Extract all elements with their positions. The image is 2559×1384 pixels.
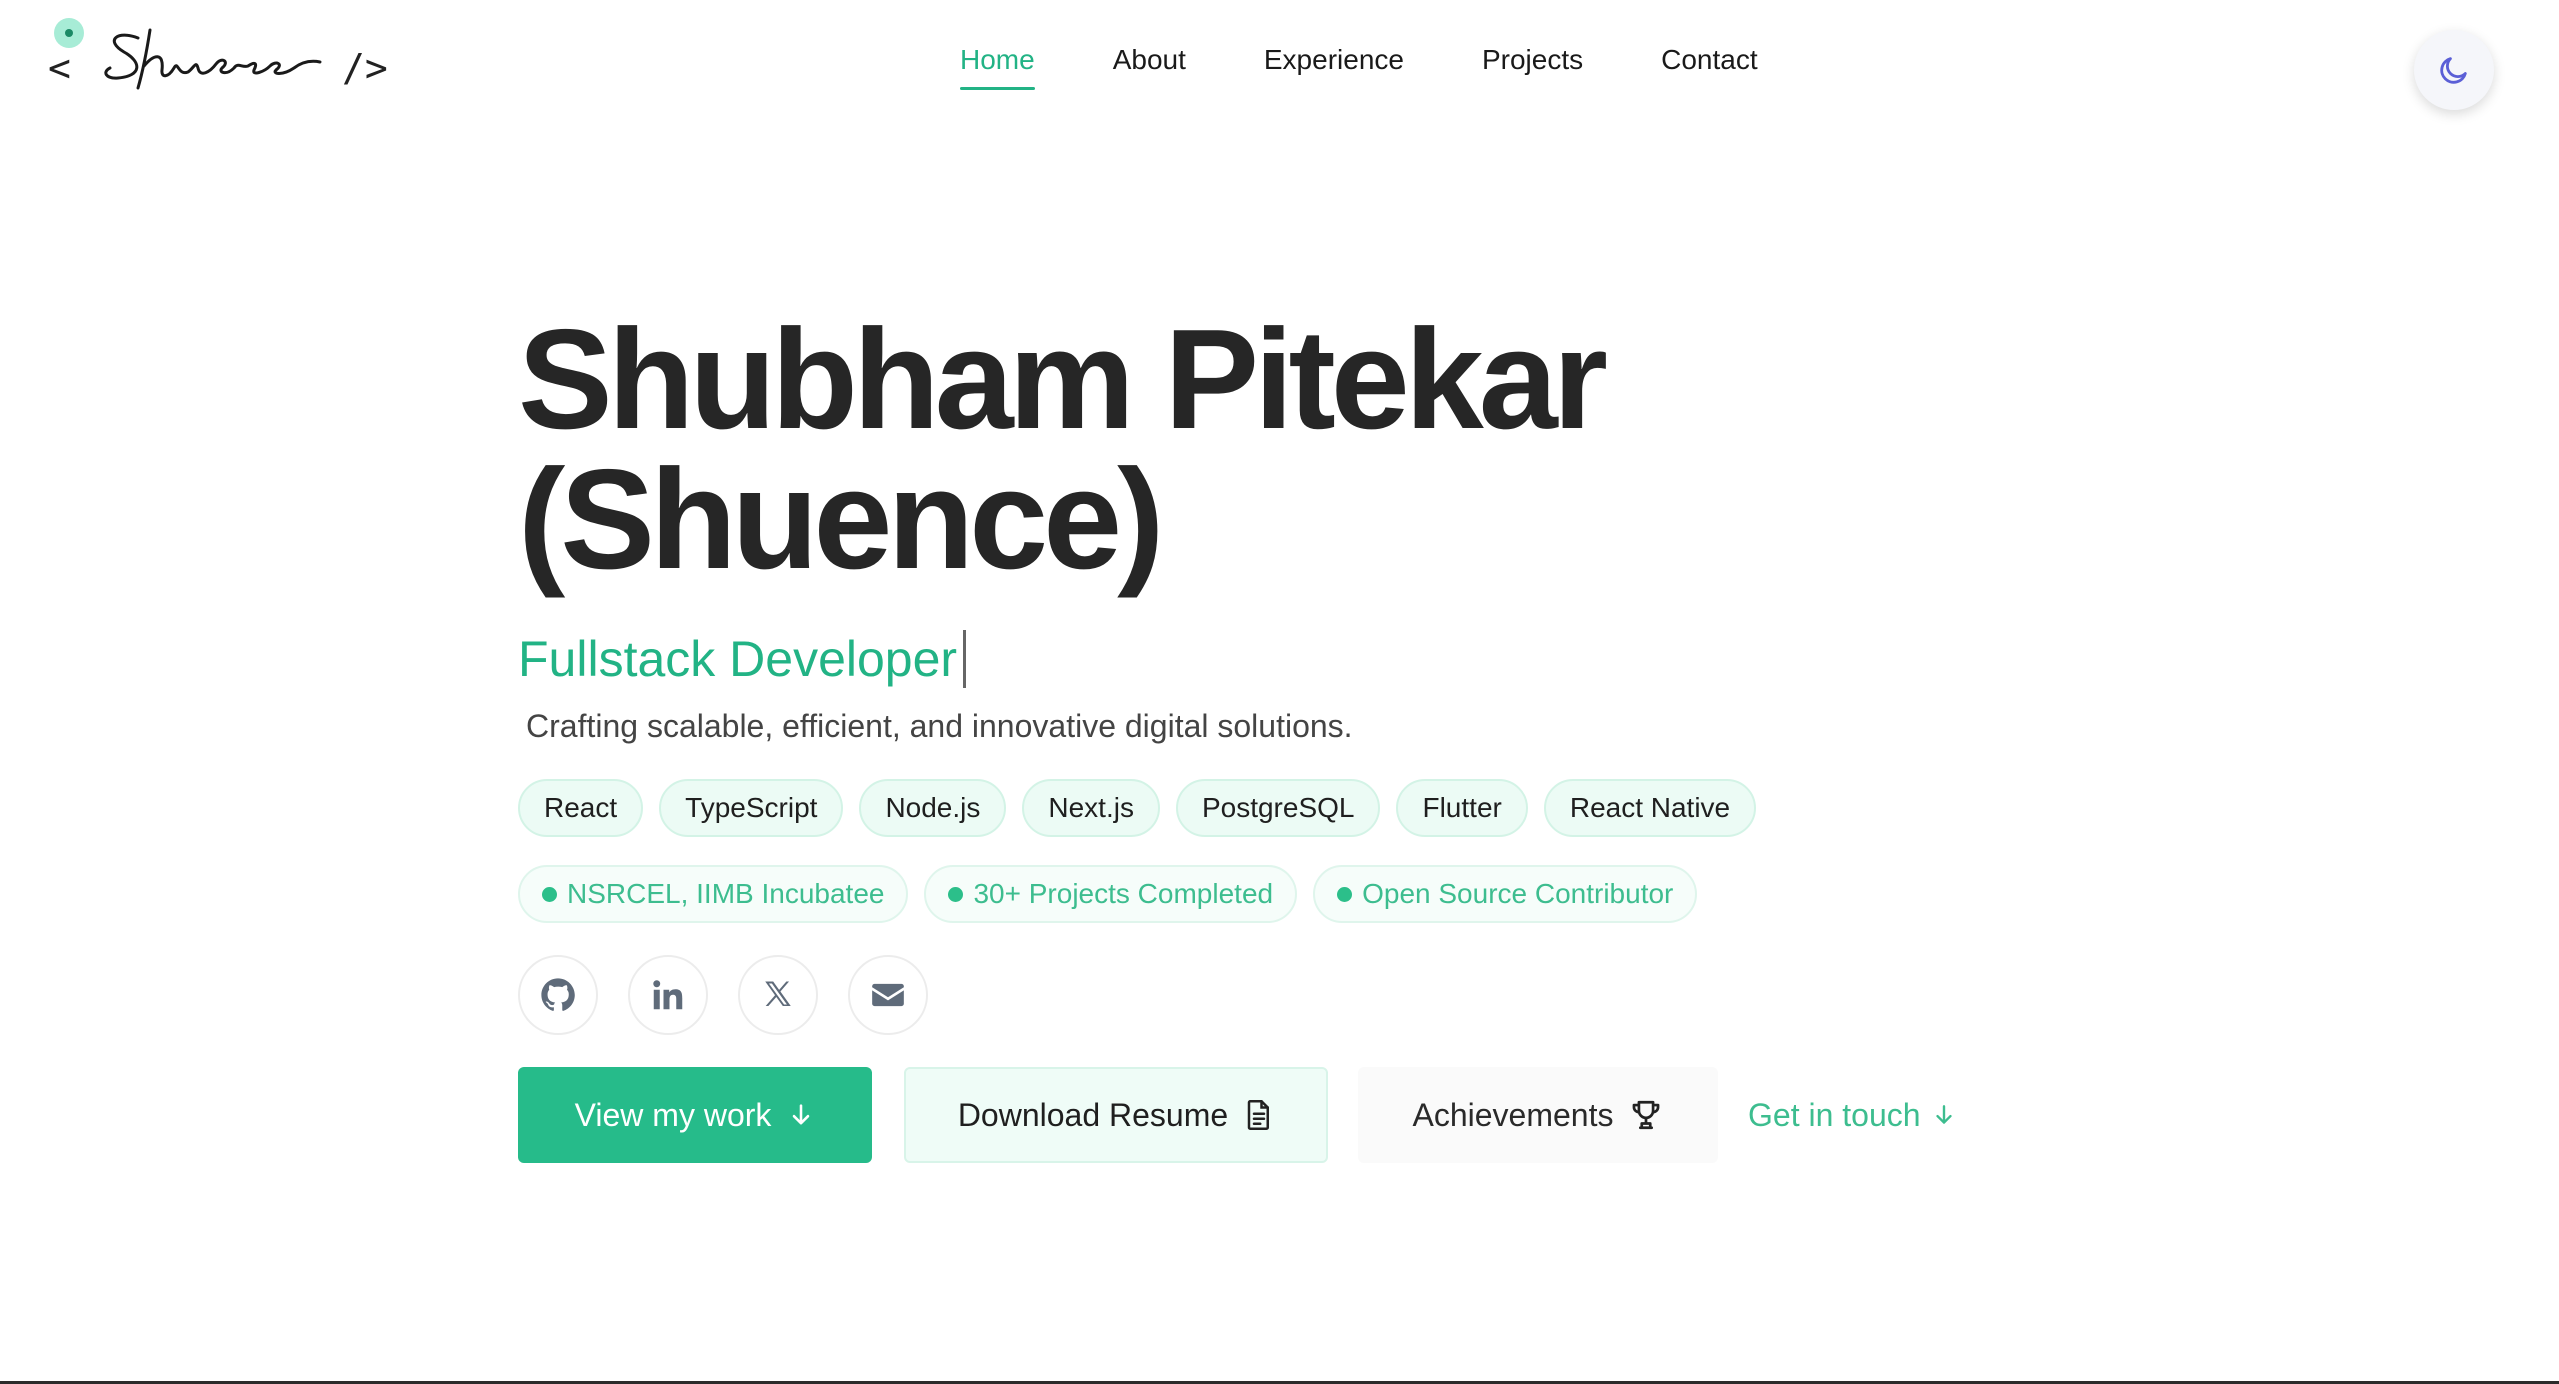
- dot-icon: [948, 886, 964, 902]
- github-icon: [541, 978, 575, 1011]
- nav-item-experience[interactable]: Experience: [1264, 44, 1404, 90]
- download-resume-label: Download Resume: [957, 1096, 1229, 1133]
- highlight-text: NSRCEL, IIMB Incubatee: [567, 878, 885, 909]
- skill-chip: Flutter: [1396, 779, 1528, 837]
- nav-item-about[interactable]: About: [1113, 44, 1186, 90]
- hero-name: Shubham Pitekar (Shuence): [518, 309, 2118, 591]
- social-links: [518, 955, 2118, 1035]
- role-text: Fullstack Developer: [518, 631, 958, 687]
- document-icon: [1247, 1100, 1270, 1130]
- get-in-touch-label: Get in touch: [1748, 1096, 1921, 1133]
- site-logo[interactable]: < />: [48, 16, 388, 100]
- arrow-down-icon: [793, 1104, 810, 1125]
- skills-list: React TypeScript Node.js Next.js Postgre…: [518, 779, 2118, 837]
- x-icon: [765, 981, 791, 1007]
- hero-name-line1: Shubham Pitekar: [518, 300, 1608, 459]
- hero-tagline: Crafting scalable, efficient, and innova…: [526, 708, 1353, 744]
- highlight-text: 30+ Projects Completed: [973, 878, 1274, 909]
- skill-chip: Next.js: [1022, 779, 1160, 837]
- signature-logo-icon: [104, 28, 322, 90]
- nav-item-home[interactable]: Home: [960, 44, 1035, 90]
- highlight-badge: 30+ Projects Completed: [924, 865, 1298, 923]
- email-link[interactable]: [848, 955, 928, 1035]
- skill-chip: React: [518, 779, 644, 837]
- main-nav: Home About Experience Projects Contact: [960, 44, 1836, 90]
- highlights-list: NSRCEL, IIMB Incubatee 30+ Projects Comp…: [518, 865, 2118, 923]
- hero-role: Fullstack Developer: [518, 630, 2118, 688]
- nav-item-projects[interactable]: Projects: [1482, 44, 1583, 90]
- moon-icon: [2440, 57, 2467, 84]
- trophy-icon: [1633, 1100, 1660, 1130]
- x-twitter-link[interactable]: [738, 955, 818, 1035]
- get-in-touch-link[interactable]: Get in touch: [1748, 1097, 1957, 1134]
- linkedin-icon: [653, 980, 683, 1010]
- theme-toggle-button[interactable]: [2414, 30, 2494, 110]
- download-resume-button[interactable]: Download Resume: [904, 1067, 1328, 1163]
- page: < /> Home About Experience Projects Cont…: [0, 0, 2559, 1384]
- skill-chip: PostgreSQL: [1175, 779, 1381, 837]
- linkedin-link[interactable]: [628, 955, 708, 1035]
- achievements-button[interactable]: Achievements: [1358, 1067, 1718, 1163]
- skill-chip: React Native: [1543, 779, 1757, 837]
- dot-icon: [1337, 886, 1353, 902]
- hero-name-line2: (Shuence): [518, 440, 1164, 599]
- hero-section: Shubham Pitekar (Shuence) Fullstack Deve…: [518, 309, 2118, 1163]
- arrow-down-icon: [1935, 1105, 1952, 1124]
- view-work-label: View my work: [574, 1096, 772, 1133]
- nav-item-contact[interactable]: Contact: [1661, 44, 1758, 90]
- github-link[interactable]: [518, 955, 598, 1035]
- view-work-button[interactable]: View my work: [518, 1067, 872, 1163]
- status-dot-icon: [54, 18, 84, 48]
- highlight-badge: NSRCEL, IIMB Incubatee: [518, 865, 909, 923]
- typing-caret: [963, 630, 967, 688]
- logo-close-bracket: />: [342, 46, 388, 90]
- hero-actions: View my work Download Resume Achievement…: [518, 1067, 2118, 1163]
- dot-icon: [542, 886, 557, 902]
- logo-open-bracket: <: [48, 46, 71, 90]
- skill-chip: TypeScript: [659, 779, 844, 837]
- highlight-text: Open Source Contributor: [1362, 878, 1674, 909]
- achievements-label: Achievements: [1412, 1096, 1614, 1133]
- skill-chip: Node.js: [859, 779, 1007, 837]
- highlight-badge: Open Source Contributor: [1313, 865, 1698, 923]
- mail-icon: [872, 983, 904, 1007]
